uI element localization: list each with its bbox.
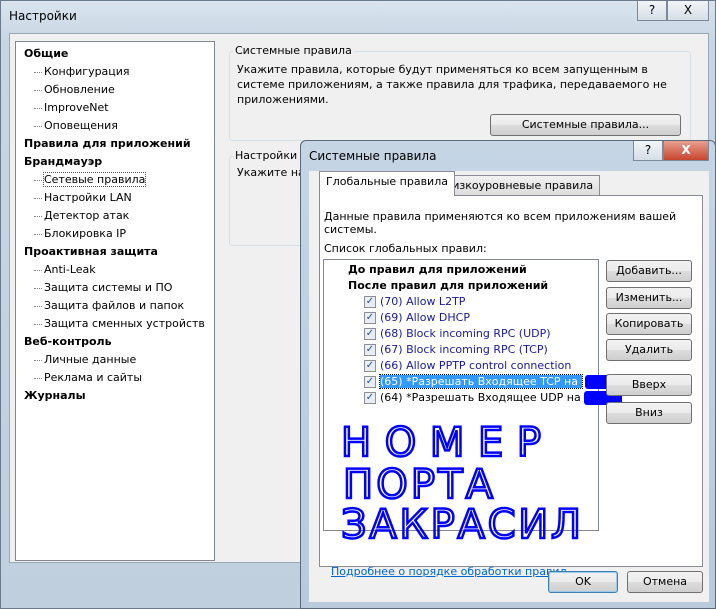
settings-tree[interactable]: Общие Конфигурация Обновление ImproveNet Опо… [15, 41, 215, 561]
system-rules-button[interactable]: Системные правила... [490, 114, 681, 136]
rule-item[interactable]: ✓ (66) Allow PPTP control connection [324, 358, 598, 374]
tree-item-label: Проактивная защита [24, 245, 158, 258]
tree-item-label: Детектор атак [44, 209, 130, 222]
rule-item[interactable]: ✓ (67) Block incoming RPC (TCP) [324, 342, 598, 358]
tree-item[interactable]: Настройки LAN [24, 189, 214, 207]
tree-item-label: Anti-Leak [44, 263, 96, 276]
dialog-description: Данные правила применяются ко всем прило… [324, 210, 677, 236]
tree-item-label: Оповещения [44, 119, 118, 132]
rule-group[interactable]: До правил для приложений [324, 262, 598, 278]
rule-label: (66) Allow PPTP control connection [380, 359, 572, 372]
move-down-button[interactable]: Вниз [606, 402, 692, 424]
tree-item[interactable]: Сетевые правила [24, 171, 214, 189]
tree-item[interactable]: Журналы [24, 387, 214, 405]
copy-button[interactable]: Копировать [606, 313, 692, 335]
list-label: Список глобальных правил: [324, 242, 487, 255]
move-up-button[interactable]: Вверх [606, 374, 692, 396]
checkbox-checked-icon[interactable]: ✓ [364, 312, 376, 324]
checkbox-checked-icon[interactable]: ✓ [364, 328, 376, 340]
tree-item[interactable]: Проактивная защита [24, 243, 214, 261]
rule-item[interactable]: ✓ (69) Allow DHCP [324, 310, 598, 326]
close-button[interactable]: X [667, 1, 709, 21]
tree-item[interactable]: Защита файлов и папок [24, 297, 214, 315]
handwriting-line: ЗАКРАСИЛ [341, 502, 581, 541]
tree-item-label: Правила для приложений [24, 137, 191, 150]
tree-item[interactable]: Правила для приложений [24, 135, 214, 153]
group-description: Укажите правила, которые будут применять… [237, 63, 667, 106]
rule-item[interactable]: ✓ (65) *Разрешать Входящее TCP на [324, 374, 624, 390]
tree-item[interactable]: Защита сменных устройств [24, 315, 214, 333]
tree-item-label: Сетевые правила [42, 172, 147, 187]
tree-item-label: Защита системы и ПО [44, 281, 173, 294]
rule-label: (67) Block incoming RPC (TCP) [380, 343, 548, 356]
tree-item[interactable]: Детектор атак [24, 207, 214, 225]
rule-label: (64) *Разрешать Входящее UDP на [380, 391, 581, 404]
tree-item-label: Конфигурация [44, 65, 130, 78]
checkbox-checked-icon[interactable]: ✓ [364, 296, 376, 308]
rule-group[interactable]: После правил для приложений [324, 278, 598, 294]
ok-button[interactable]: OK [548, 571, 618, 593]
checkbox-checked-icon[interactable]: ✓ [364, 360, 376, 372]
tree-item-label: Личные данные [44, 353, 137, 366]
tree-item-label: Брандмауэр [24, 155, 103, 168]
tree-item-label: Реклама и сайты [44, 371, 143, 384]
checkbox-checked-icon[interactable]: ✓ [364, 392, 376, 404]
rule-item[interactable]: ✓ (64) *Разрешать Входящее UDP на [324, 390, 623, 406]
tree-item[interactable]: Брандмауэр [24, 153, 214, 171]
tree-item[interactable]: Защита системы и ПО [24, 279, 214, 297]
rule-item[interactable]: ✓ (70) Allow L2TP [324, 294, 598, 310]
window-title: Настройки [9, 9, 77, 23]
dialog-title: Системные правила [309, 149, 437, 163]
tree-item-label: Защита сменных устройств [44, 317, 205, 330]
tree-item-label: Общие [24, 47, 69, 60]
delete-button[interactable]: Удалить [606, 339, 692, 361]
rules-order-link[interactable]: Подробнее о порядке обработки правил... [331, 565, 577, 578]
tree-item[interactable]: Конфигурация [24, 63, 214, 81]
dialog-body: Глобальные правила Низкоуровневые правил… [309, 171, 709, 602]
edit-button[interactable]: Изменить... [606, 287, 692, 309]
tree-item[interactable]: Anti-Leak [24, 261, 214, 279]
help-button[interactable]: ? [637, 1, 667, 21]
tree-item[interactable]: Реклама и сайты [24, 369, 214, 387]
checkbox-checked-icon[interactable]: ✓ [364, 376, 376, 388]
tab-low-level-rules[interactable]: Низкоуровневые правила [437, 175, 601, 195]
tree-item-label: ImproveNet [44, 101, 109, 114]
tab-global-rules[interactable]: Глобальные правила [319, 171, 455, 196]
rule-label: (68) Block incoming RPC (UDP) [380, 327, 551, 340]
checkbox-checked-icon[interactable]: ✓ [364, 344, 376, 356]
handwritten-annotation: НОМЕР ПОРТА ЗАКРАСИЛ [340, 419, 583, 541]
tree-item[interactable]: Обновление [24, 81, 214, 99]
handwriting-line: НОМЕР [341, 420, 541, 466]
tree-item[interactable]: Веб-контроль [24, 333, 214, 351]
system-rules-dialog: Системные правила ? X Глобальные правила… [300, 140, 716, 609]
cancel-button[interactable]: Отмена [627, 571, 703, 593]
rule-label: (69) Allow DHCP [380, 311, 470, 324]
tree-item[interactable]: ImproveNet [24, 99, 214, 117]
tree-item-label: Защита файлов и папок [44, 299, 185, 312]
add-button[interactable]: Добавить... [606, 260, 692, 282]
rule-label: (65) *Разрешать Входящее TCP на [379, 374, 583, 389]
tree-item-label: Журналы [24, 389, 86, 402]
tree-item-label: Обновление [44, 83, 115, 96]
tree-item[interactable]: Личные данные [24, 351, 214, 369]
group-label: Системные правила [233, 44, 354, 57]
tree-item-label: Настройки LAN [44, 191, 132, 204]
tree-item[interactable]: Оповещения [24, 117, 214, 135]
tree-item-label: Веб-контроль [24, 335, 112, 348]
rule-label: (70) Allow L2TP [380, 295, 466, 308]
help-button[interactable]: ? [633, 141, 663, 161]
tree-item[interactable]: Общие [24, 45, 214, 63]
tree-item-label: Блокировка IP [44, 227, 127, 240]
tree-item[interactable]: Блокировка IP [24, 225, 214, 243]
rule-item[interactable]: ✓ (68) Block incoming RPC (UDP) [324, 326, 598, 342]
close-button[interactable]: X [663, 141, 709, 161]
